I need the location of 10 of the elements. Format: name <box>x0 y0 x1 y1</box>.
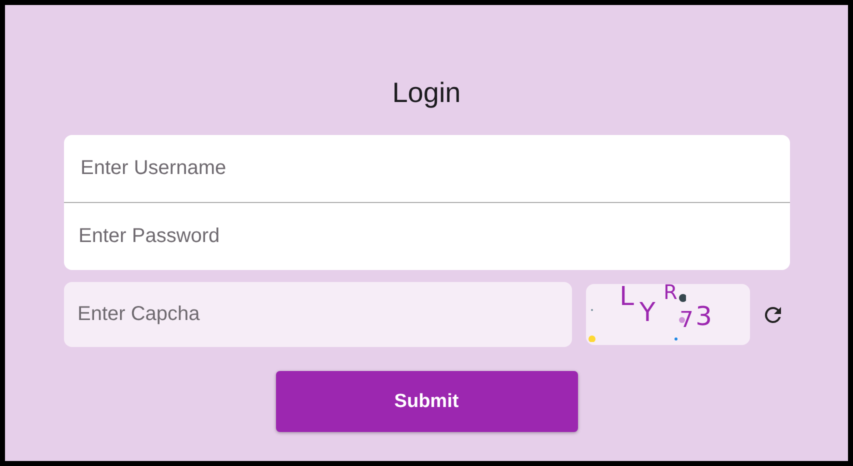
submit-button[interactable]: Submit <box>276 371 578 432</box>
input-field[interactable]: Enter Capcha <box>64 282 572 347</box>
login-title: Login <box>392 76 461 110</box>
captcha-character: 7 <box>680 310 694 332</box>
captcha-character: R <box>664 282 678 302</box>
captcha-character: Y <box>640 300 656 326</box>
captcha-character: 3 <box>696 304 712 330</box>
input-field[interactable]: Enter Password <box>64 203 790 270</box>
captcha-character: L <box>620 284 634 310</box>
input-field[interactable]: Enter Username <box>64 135 790 203</box>
